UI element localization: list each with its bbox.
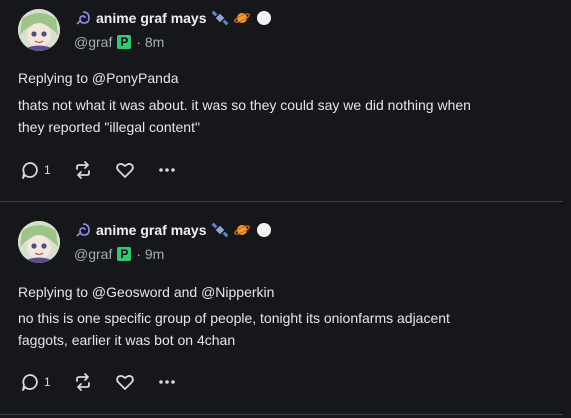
reply-button[interactable]: 1 (20, 372, 51, 392)
post-text-line: no this is one specific group of people,… (18, 310, 450, 326)
post-actions: 1 (20, 371, 177, 393)
heart-icon (115, 375, 134, 390)
repost-icon (75, 373, 90, 391)
post-text: no this is one specific group of people,… (18, 307, 558, 351)
timestamp[interactable]: · 9m (136, 246, 164, 262)
author-row: anime graf mays (74, 220, 273, 240)
replying-to[interactable]: Replying to @Geosword and @Nipperkin (18, 284, 274, 300)
handle-row: @graf P · 9m (74, 244, 164, 264)
post-feed: anime graf mays @graf P · 8m Replying to… (0, 0, 571, 418)
more-dots-icon (158, 380, 175, 384)
display-name[interactable]: anime graf mays (96, 222, 207, 238)
avatar[interactable] (18, 221, 60, 263)
comment-icon (22, 374, 38, 391)
white-circle-icon (256, 223, 271, 237)
more-options-button[interactable] (157, 372, 177, 392)
ringed-planet-icon (233, 225, 250, 235)
repost-button[interactable] (73, 372, 93, 392)
satellite-icon (211, 222, 228, 238)
post-divider (0, 414, 563, 415)
swirl-icon (76, 223, 90, 237)
like-button[interactable] (115, 372, 135, 392)
post-text-line: faggots, earlier it was bot on 4chan (18, 332, 236, 348)
reply-count: 1 (44, 375, 51, 389)
handle[interactable]: @graf (74, 246, 112, 262)
post[interactable]: anime graf mays @graf P · 9m Replying to… (0, 0, 571, 391)
p-badge-icon: P (117, 247, 132, 261)
